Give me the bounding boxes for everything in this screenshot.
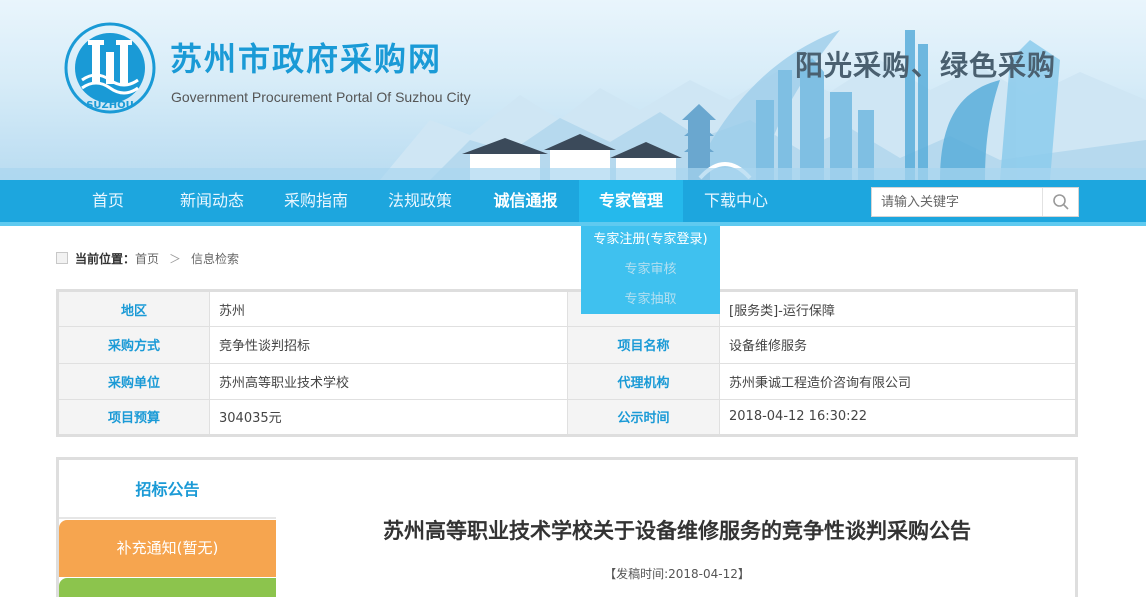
site-banner: SUZHOU 苏州市政府采购网 Government Procurement P… [0,0,1146,180]
dropdown-item-expert-register[interactable]: 专家注册(专家登录) [581,226,720,256]
info-label-publish-time: 公示时间 [567,398,720,437]
info-label-project-name: 项目名称 [567,326,720,364]
nav-item-news[interactable]: 新闻动态 [160,180,264,222]
table-row: 采购方式 竞争性谈判招标 项目名称 设备维修服务 [57,326,1077,364]
nav-item-guide[interactable]: 采购指南 [264,180,368,222]
info-value-region: 苏州 [209,289,568,328]
nav-item-regulations[interactable]: 法规政策 [368,180,472,222]
info-value-method: 竞争性谈判招标 [209,326,568,364]
info-label-method: 采购方式 [57,326,210,364]
breadcrumb-label: 当前位置： [75,251,136,266]
experts-dropdown-menu: 专家注册(专家登录) 专家审核 专家抽取 [581,226,720,314]
nav-item-downloads[interactable]: 下载中心 [683,180,789,222]
project-info-table: 地区 苏州 [服务类]-运行保障 采购方式 竞争性谈判招标 项目名称 设备维修服… [56,289,1078,437]
info-value-purchaser: 苏州高等职业技术学校 [209,362,568,400]
tab-result-notice[interactable] [59,578,276,597]
page: SUZHOU 苏州市政府采购网 Government Procurement P… [0,0,1146,597]
suzhou-logo-icon: SUZHOU [64,22,156,114]
breadcrumb: 当前位置： 首页 ＞ 信息检索 [56,250,239,266]
info-value-project-name: 设备维修服务 [719,326,1077,364]
tab-supplementary-notice[interactable]: 补充通知(暂无) [59,520,276,577]
article-title: 苏州高等职业技术学校关于设备维修服务的竞争性谈判采购公告 [383,519,971,543]
site-subtitle: Government Procurement Portal Of Suzhou … [171,89,471,105]
main-nav: 首页 新闻动态 采购指南 法规政策 诚信通报 专家管理 下载中心 [0,180,1146,226]
dropdown-item-expert-selection[interactable]: 专家抽取 [581,286,720,316]
dropdown-item-expert-review[interactable]: 专家审核 [581,256,720,286]
info-value-category: [服务类]-运行保障 [719,289,1077,328]
breadcrumb-current: 信息检索 [191,251,240,266]
info-label-budget: 项目预算 [57,398,210,437]
nav-item-credit[interactable]: 诚信通报 [472,180,579,222]
nav-item-home[interactable]: 首页 [56,180,160,222]
announcement-panel: 招标公告 补充通知(暂无) 苏州高等职业技术学校关于设备维修服务的竞争性谈判采购… [56,457,1078,597]
tab-tender-notice[interactable]: 招标公告 [59,460,276,518]
divider [59,517,276,519]
search-icon [1052,194,1069,210]
info-value-publish-time: 2018-04-12 16:30:22 [719,398,1077,437]
info-value-budget: 304035元 [209,398,568,437]
nav-list: 首页 新闻动态 采购指南 法规政策 诚信通报 专家管理 下载中心 [56,180,789,222]
table-row: 地区 苏州 [服务类]-运行保障 [57,289,1077,328]
info-label-region: 地区 [57,289,210,328]
table-row: 采购单位 苏州高等职业技术学校 代理机构 苏州秉诚工程造价咨询有限公司 [57,362,1077,400]
home-icon [56,252,68,264]
search-button[interactable] [1042,188,1078,216]
search-input[interactable] [872,188,1042,216]
site-title: 苏州市政府采购网 [170,40,443,78]
nav-item-experts[interactable]: 专家管理 [579,180,683,222]
site-slogan: 阳光采购、绿色采购 [795,49,1057,82]
article-publish-date: 【发稿时间:2018-04-12】 [604,567,750,581]
info-label-purchaser: 采购单位 [57,362,210,400]
search-box [871,187,1079,217]
chevron-right-icon: ＞ [169,251,182,266]
table-row: 项目预算 304035元 公示时间 2018-04-12 16:30:22 [57,398,1077,437]
info-value-agency: 苏州秉诚工程造价咨询有限公司 [719,362,1077,400]
breadcrumb-home-link[interactable]: 首页 [135,250,159,267]
logo-wordmark: SUZHOU [86,100,134,111]
info-label-agency: 代理机构 [567,362,720,400]
